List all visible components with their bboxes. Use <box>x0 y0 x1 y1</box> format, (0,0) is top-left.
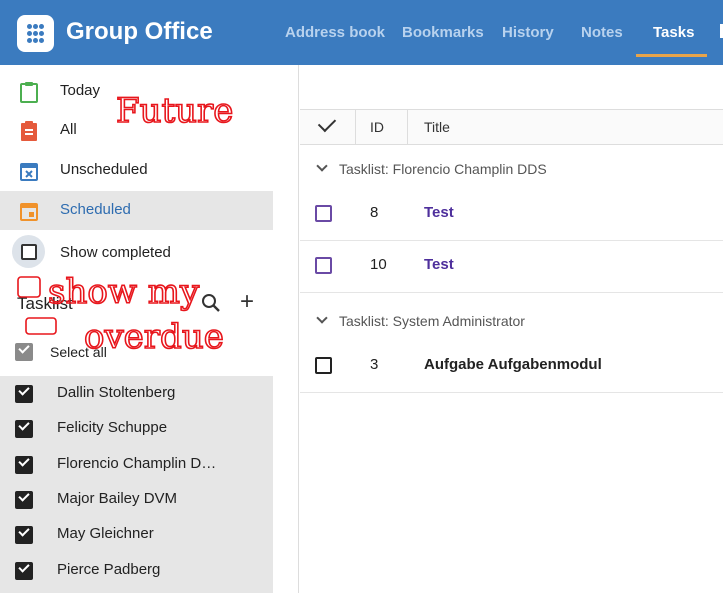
tasklist-heading: Tasklist <box>17 294 73 313</box>
filter-all[interactable]: All <box>0 111 273 150</box>
tasklist-checkbox[interactable] <box>15 384 33 403</box>
sidebar: Today All Unscheduled Scheduled Show com… <box>0 65 299 593</box>
show-completed-toggle[interactable]: Show completed <box>12 235 277 271</box>
tasklist-checkbox[interactable] <box>15 490 33 509</box>
tasklist-item[interactable]: May Gleichner <box>0 517 273 552</box>
task-id: 8 <box>370 204 379 221</box>
add-tasklist-button[interactable]: + <box>240 288 254 316</box>
tasklist-checkbox[interactable] <box>15 525 33 544</box>
top-bar: Group Office Address book Bookmarks Hist… <box>0 0 723 65</box>
nav-address-book[interactable]: Address book <box>285 24 385 41</box>
task-checkbox[interactable] <box>315 257 332 274</box>
calendar-icon <box>20 203 38 221</box>
tasklist-label: Felicity Schuppe <box>57 419 168 436</box>
tasklist-checkbox[interactable] <box>15 561 33 580</box>
nav-tasks[interactable]: Tasks <box>653 24 694 41</box>
task-id: 10 <box>370 256 387 273</box>
group-header[interactable]: Tasklist: System Administrator <box>300 301 723 341</box>
check-column-icon[interactable] <box>317 113 337 133</box>
filter-label: Today <box>60 82 101 99</box>
tasklist-list: Dallin Stoltenberg Felicity Schuppe Flor… <box>0 376 273 593</box>
tasklist-item[interactable]: Major Bailey DVM <box>0 482 273 517</box>
select-all-label: Select all <box>50 344 107 360</box>
tasklist-item[interactable]: Florencio Champlin D… <box>0 447 273 482</box>
main-toolbar <box>300 65 723 110</box>
list-clipboard-icon <box>21 121 37 141</box>
tasklist-checkbox[interactable] <box>15 455 33 474</box>
tasklist-item[interactable]: Pierce Padberg <box>0 553 273 588</box>
tasklist-label: Dallin Stoltenberg <box>57 384 176 401</box>
task-title[interactable]: Test <box>424 204 454 221</box>
task-checkbox[interactable] <box>315 357 332 374</box>
column-header-title[interactable]: Title <box>424 119 450 135</box>
group-office-logo-icon[interactable] <box>17 15 54 52</box>
calendar-x-icon <box>20 163 38 181</box>
task-id: 3 <box>370 356 379 373</box>
filter-label: All <box>60 121 77 138</box>
task-title[interactable]: Test <box>424 256 454 273</box>
nav-bookmarks[interactable]: Bookmarks <box>402 24 484 41</box>
group-label: Tasklist: System Administrator <box>339 313 525 329</box>
select-all-checkbox[interactable] <box>15 342 33 361</box>
app-title: Group Office <box>66 18 213 45</box>
table-row[interactable]: 3 Aufgabe Aufgabenmodul <box>300 341 723 393</box>
tasklist-item[interactable]: Felicity Schuppe <box>0 411 273 446</box>
clipboard-icon <box>20 82 38 103</box>
task-grid: ID Title Tasklist: Florencio Champlin DD… <box>300 65 723 593</box>
show-completed-label: Show completed <box>60 244 171 261</box>
active-tab-indicator <box>636 54 707 57</box>
tasklist-label: May Gleichner <box>57 525 154 542</box>
tasklist-label: Pierce Padberg <box>57 561 161 578</box>
chevron-down-icon[interactable] <box>316 160 328 172</box>
nav-history[interactable]: History <box>502 24 554 41</box>
chevron-down-icon[interactable] <box>316 312 328 324</box>
group-label: Tasklist: Florencio Champlin DDS <box>339 161 547 177</box>
task-checkbox[interactable] <box>315 205 332 222</box>
nav-notes[interactable]: Notes <box>581 24 623 41</box>
filter-label: Scheduled <box>60 201 131 218</box>
table-row[interactable]: 8 Test <box>300 189 723 241</box>
filter-today[interactable]: Today <box>0 72 273 111</box>
filter-scheduled[interactable]: Scheduled <box>0 191 273 230</box>
table-row[interactable]: 10 Test <box>300 241 723 293</box>
show-completed-checkbox[interactable] <box>21 244 37 260</box>
table-header: ID Title <box>300 110 723 145</box>
filter-unscheduled[interactable]: Unscheduled <box>0 151 273 190</box>
tasklist-label: Major Bailey DVM <box>57 490 178 507</box>
tasklist-item[interactable]: Dallin Stoltenberg <box>0 376 273 411</box>
tasklist-label: Florencio Champlin D… <box>57 455 217 472</box>
tasklist-checkbox[interactable] <box>15 419 33 438</box>
search-icon[interactable] <box>201 293 221 313</box>
filter-label: Unscheduled <box>60 161 148 178</box>
group-header[interactable]: Tasklist: Florencio Champlin DDS <box>300 149 723 189</box>
column-header-id[interactable]: ID <box>370 119 384 135</box>
task-title[interactable]: Aufgabe Aufgabenmodul <box>424 356 602 373</box>
